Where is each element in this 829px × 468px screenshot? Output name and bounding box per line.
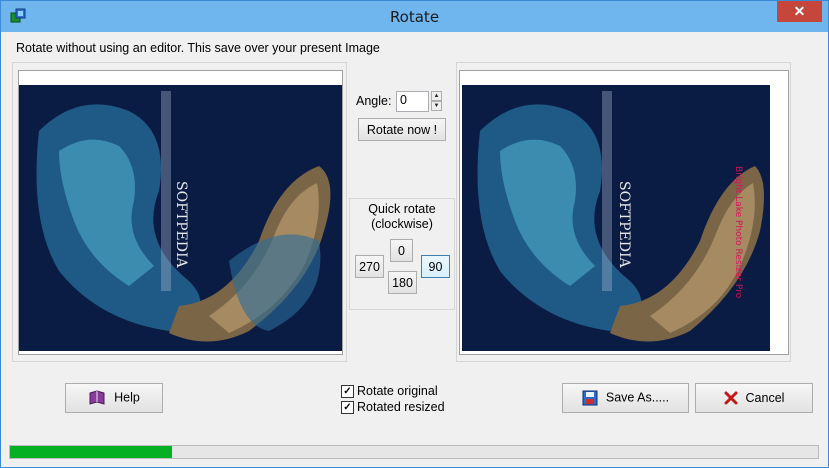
info-text: Rotate without using an editor. This sav… xyxy=(16,41,380,55)
angle-label: Angle: xyxy=(356,94,392,108)
original-watermark: SOFTPEDIA xyxy=(173,181,189,269)
original-image: SOFTPEDIA xyxy=(19,71,342,354)
floppy-disk-icon xyxy=(582,390,598,406)
quick-rotate-title: Quick rotate xyxy=(368,202,436,216)
progress-bar xyxy=(9,445,819,459)
rotate-original-label: Rotate original xyxy=(357,384,438,398)
rotated-resized-label: Rotated resized xyxy=(357,400,445,414)
rotate-270-button[interactable]: 270 xyxy=(355,255,384,278)
save-as-button[interactable]: Save As..... xyxy=(562,383,689,413)
original-image-panel: SOFTPEDIA xyxy=(12,62,347,362)
title-bar[interactable]: Rotate ✕ xyxy=(1,1,828,32)
preview-image-panel: SOFTPEDIA Bright Lake Photo Resizer Pro xyxy=(456,62,791,362)
book-icon xyxy=(89,390,105,405)
checkmark-icon[interactable]: ✓ xyxy=(341,385,354,399)
rotate-0-button[interactable]: 0 xyxy=(390,239,413,262)
rotate-90-button[interactable]: 90 xyxy=(421,255,450,278)
cancel-button[interactable]: Cancel xyxy=(695,383,813,413)
preview-image: SOFTPEDIA Bright Lake Photo Resizer Pro xyxy=(460,71,788,354)
save-as-label: Save As..... xyxy=(605,390,670,405)
spin-up-icon[interactable]: ▲ xyxy=(431,91,442,101)
angle-input[interactable]: 0 xyxy=(396,91,429,112)
quick-rotate-subtitle: (clockwise) xyxy=(371,217,433,231)
window-title: Rotate xyxy=(389,8,440,26)
rotate-controls-panel: Angle: 0 ▲ ▼ Rotate now ! xyxy=(349,62,455,202)
dialog-client: Rotate without using an editor. This sav… xyxy=(8,32,821,461)
checkmark-icon[interactable]: ✓ xyxy=(341,401,354,415)
rotated-resized-checkbox[interactable]: ✓ Rotated resized xyxy=(341,400,445,415)
rotate-dialog: Rotate ✕ Rotate without using an editor.… xyxy=(0,0,829,468)
rotate-original-checkbox[interactable]: ✓ Rotate original xyxy=(341,384,438,399)
quick-rotate-panel: Quick rotate (clockwise) 0 270 90 180 xyxy=(349,198,455,310)
close-button[interactable]: ✕ xyxy=(777,1,822,22)
original-image-frame: SOFTPEDIA xyxy=(18,70,343,355)
spin-down-icon[interactable]: ▼ xyxy=(431,101,442,111)
rotate-180-button[interactable]: 180 xyxy=(388,271,417,294)
help-label: Help xyxy=(114,390,140,405)
preview-side-text: Bright Lake Photo Resizer Pro xyxy=(733,166,743,299)
preview-watermark: SOFTPEDIA xyxy=(616,181,632,269)
cancel-label: Cancel xyxy=(745,390,785,405)
rotate-now-button[interactable]: Rotate now ! xyxy=(358,118,446,141)
red-x-icon xyxy=(724,391,738,405)
help-button[interactable]: Help xyxy=(65,383,163,413)
close-icon: ✕ xyxy=(793,3,806,19)
angle-spinner[interactable]: ▲ ▼ xyxy=(431,91,442,111)
progress-fill xyxy=(10,446,172,458)
preview-image-frame: SOFTPEDIA Bright Lake Photo Resizer Pro xyxy=(459,70,789,355)
